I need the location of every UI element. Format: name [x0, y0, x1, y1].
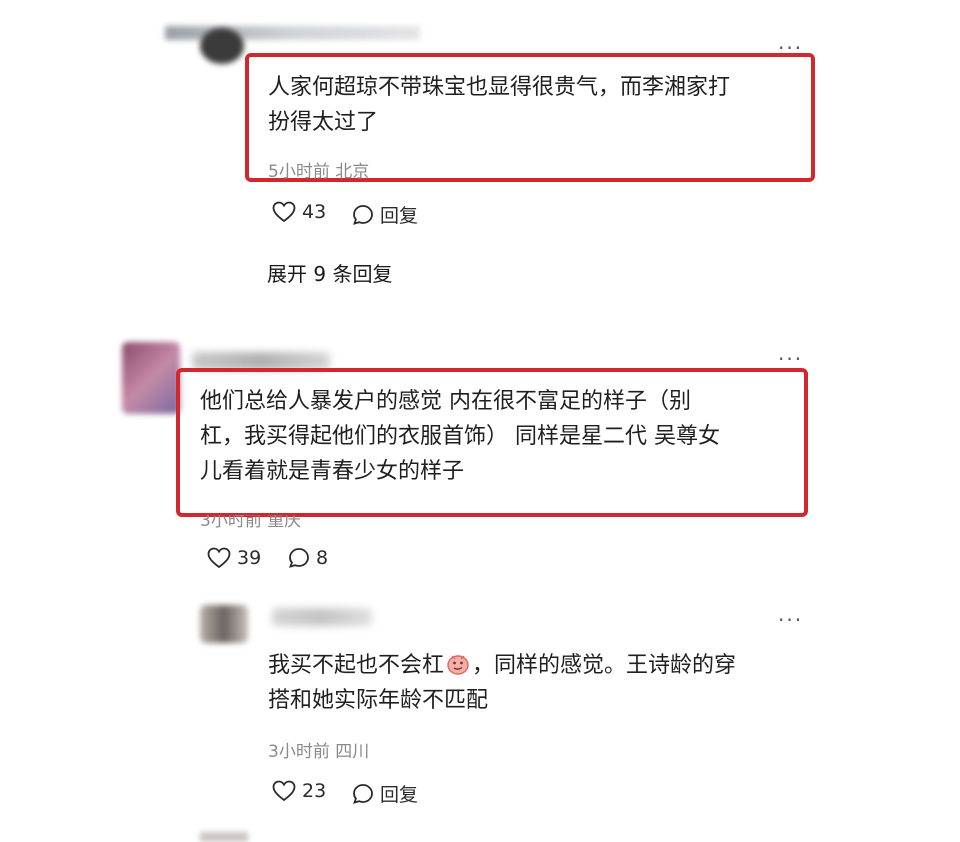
- username-blurred[interactable]: [272, 608, 372, 626]
- reply-label: 回复: [380, 784, 419, 806]
- comment-text: 他们总给人暴发户的感觉 内在很不富足的样子（别 杠，我买得起他们的衣服首饰） 同…: [200, 384, 720, 489]
- like-button[interactable]: 23: [272, 780, 326, 802]
- comment-bubble-icon: [353, 204, 373, 225]
- like-count: 43: [302, 201, 327, 223]
- avatar[interactable]: [200, 605, 248, 643]
- more-dots-icon[interactable]: ···: [778, 349, 803, 369]
- avatar[interactable]: [200, 832, 248, 842]
- comment-meta: 5小时前 北京: [268, 162, 370, 182]
- comment-text: 我买不起也不会杠 ，同样的感觉。王诗龄的穿 搭和她实际年龄不匹配: [268, 648, 736, 718]
- comment-line: 杠，我买得起他们的衣服首饰） 同样是星二代 吴尊女: [200, 424, 720, 449]
- heart-icon: [272, 201, 296, 223]
- comment-line: 儿看着就是青春少女的样子: [200, 459, 465, 484]
- comment-meta: 3小时前 四川: [268, 742, 370, 762]
- like-button[interactable]: 39: [207, 547, 261, 569]
- avatar[interactable]: [200, 28, 244, 64]
- smirk-emoji-icon: [447, 655, 469, 675]
- comment-line: 他们总给人暴发户的感觉 内在很不富足的样子（别: [200, 389, 691, 414]
- replies-button[interactable]: 8: [288, 547, 328, 569]
- expand-replies-link[interactable]: 展开 9 条回复: [267, 258, 392, 287]
- more-dots-icon[interactable]: ···: [778, 610, 803, 630]
- like-button[interactable]: 43: [272, 201, 326, 223]
- reply-label: 回复: [380, 205, 419, 227]
- like-count: 23: [302, 780, 327, 802]
- avatar[interactable]: [122, 342, 180, 414]
- comment-bubble-icon: [353, 783, 373, 804]
- comment-bubble-icon: [289, 548, 309, 568]
- comment-text: 人家何超琼不带珠宝也显得很贵气，而李湘家打 扮得太过了: [268, 70, 730, 140]
- comment-line: 扮得太过了: [268, 110, 379, 135]
- like-count: 39: [237, 547, 262, 569]
- comment-line: 人家何超琼不带珠宝也显得很贵气，而李湘家打: [268, 75, 731, 100]
- comment-line: 我买不起也不会杠 ，同样的感觉。王诗龄的穿: [268, 653, 737, 678]
- reply-button[interactable]: 回复: [352, 780, 418, 807]
- heart-icon: [272, 780, 296, 802]
- reply-button[interactable]: 回复: [352, 201, 418, 228]
- heart-icon: [207, 547, 231, 569]
- reply-count: 8: [316, 547, 329, 569]
- comment-line: 搭和她实际年龄不匹配: [268, 688, 489, 713]
